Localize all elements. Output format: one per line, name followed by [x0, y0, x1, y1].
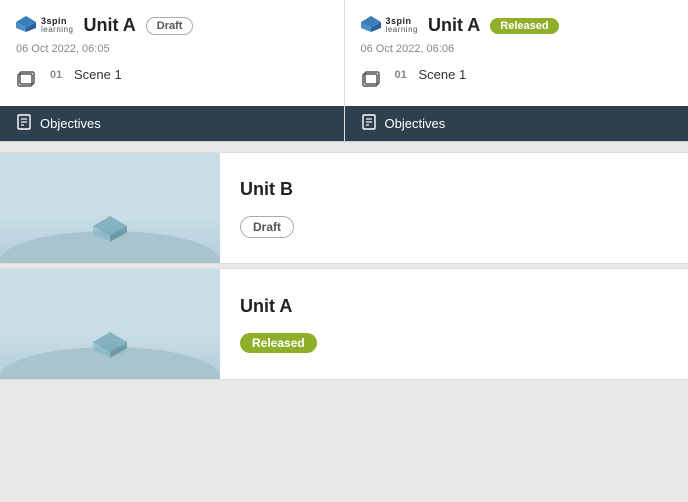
logo-hat-icon: [16, 14, 36, 37]
card-date-released: 06 Oct 2022, 06:06: [361, 43, 673, 55]
list-item-unit-b[interactable]: Unit B Draft: [0, 152, 688, 264]
card-date-draft: 06 Oct 2022, 06:05: [16, 43, 328, 55]
top-card-released[interactable]: 3spin learning Unit A Released 06 Oct 20…: [345, 0, 688, 141]
scene-label-draft: Scene 1: [74, 67, 122, 82]
logo-line2-released: learning: [386, 26, 418, 34]
logo-hat-icon-released: [361, 14, 381, 37]
thumb-hat-a: [91, 328, 129, 365]
logo-draft: 3spin learning: [16, 14, 73, 37]
list-info-unit-a: Unit A Released: [220, 278, 688, 371]
stack-icon-released: [361, 69, 381, 94]
list-badge-unit-b: Draft: [240, 216, 294, 238]
objectives-icon-draft: [16, 114, 32, 133]
objectives-bar-released[interactable]: Objectives: [345, 106, 688, 141]
list-item-unit-a[interactable]: Unit A Released: [0, 268, 688, 380]
logo-text-draft: 3spin learning: [41, 17, 73, 34]
list-title-unit-a: Unit A: [240, 296, 668, 317]
list-title-unit-b: Unit B: [240, 179, 668, 200]
scene-num-draft: 01: [50, 69, 68, 81]
released-badge: Released: [490, 18, 558, 34]
scene-label-released: Scene 1: [419, 67, 467, 82]
top-card-draft[interactable]: 3spin learning Unit A Draft 06 Oct 2022,…: [0, 0, 345, 141]
card-header-draft: 3spin learning Unit A Draft: [16, 14, 328, 37]
logo-line2-draft: learning: [41, 26, 73, 34]
objectives-label-draft: Objectives: [40, 116, 101, 131]
thumb-unit-b: [0, 153, 220, 263]
thumb-hat-b: [91, 212, 129, 249]
unit-title-draft: Unit A: [83, 15, 135, 36]
draft-badge: Draft: [146, 17, 194, 35]
top-preview-row: 3spin learning Unit A Draft 06 Oct 2022,…: [0, 0, 688, 142]
app-container: 3spin learning Unit A Draft 06 Oct 2022,…: [0, 0, 688, 394]
card-header-released: 3spin learning Unit A Released: [361, 14, 673, 37]
scene-row-released: 01 Scene 1: [391, 67, 673, 82]
list-badge-unit-a: Released: [240, 333, 317, 353]
scene-row-draft: 01 Scene 1: [46, 67, 328, 82]
list-info-unit-b: Unit B Draft: [220, 161, 688, 256]
bottom-list: Unit B Draft Unit A Released: [0, 142, 688, 394]
objectives-label-released: Objectives: [385, 116, 446, 131]
objectives-icon-released: [361, 114, 377, 133]
stack-icon-draft: [16, 69, 36, 94]
unit-title-released: Unit A: [428, 15, 480, 36]
logo-text-released: 3spin learning: [386, 17, 418, 34]
objectives-bar-draft[interactable]: Objectives: [0, 106, 344, 141]
scene-num-released: 01: [395, 69, 413, 81]
logo-released: 3spin learning: [361, 14, 418, 37]
thumb-unit-a: [0, 269, 220, 379]
